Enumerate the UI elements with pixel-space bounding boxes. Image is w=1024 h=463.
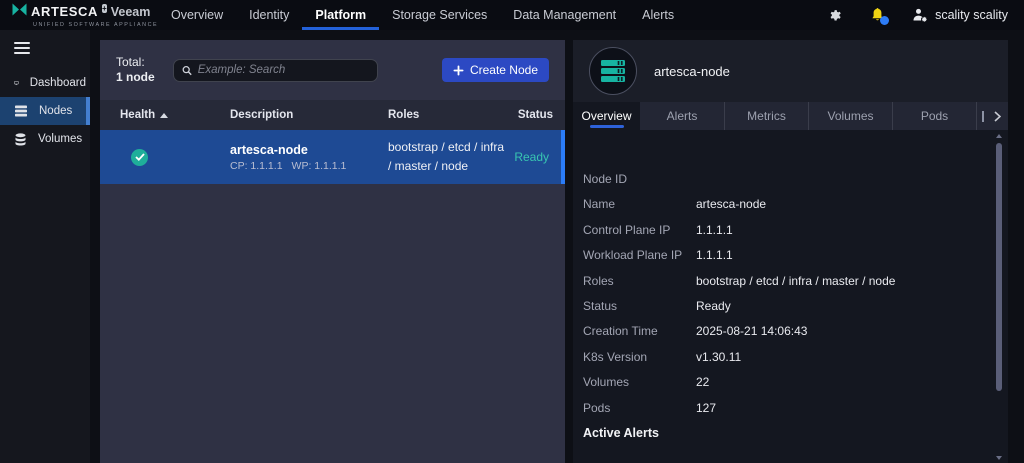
settings-gear-icon[interactable] <box>828 8 843 23</box>
field-status: StatusReady <box>583 299 1008 313</box>
node-detail-title: artesca-node <box>654 64 730 79</box>
node-status-badge: Ready <box>513 150 561 164</box>
nav-item-storage-services[interactable]: Storage Services <box>379 0 500 30</box>
sidebar-item-dashboard[interactable]: Dashboard <box>0 69 90 97</box>
scroll-down-arrow-icon[interactable] <box>996 456 1002 460</box>
control-plane-ip: CP: 1.1.1.1 <box>230 160 283 172</box>
nav-item-identity[interactable]: Identity <box>236 0 302 30</box>
plus-icon <box>453 65 464 76</box>
sort-ascending-icon <box>160 113 168 118</box>
volumes-icon <box>14 133 27 146</box>
tab-overflow <box>976 102 1008 130</box>
total-value: 1 node <box>116 70 155 85</box>
main-navigation: Overview Identity Platform Storage Servi… <box>158 0 687 30</box>
total-label: Total: <box>116 55 155 70</box>
node-roles: bootstrap / etcd / infra / master / node <box>388 138 513 176</box>
search-input[interactable] <box>198 64 369 76</box>
artesca-veeam-logo[interactable]: ARTESCA + Veeam UNIFIED SOFTWARE APPLIAN… <box>0 0 150 30</box>
left-sidebar: Dashboard Nodes Volumes <box>0 30 90 463</box>
partial-tab-glyph <box>982 111 984 122</box>
tab-volumes[interactable]: Volumes <box>808 102 892 130</box>
sidebar-item-nodes[interactable]: Nodes <box>0 97 90 125</box>
nodes-table-header: Health Description Roles Status <box>100 100 565 130</box>
nav-item-overview[interactable]: Overview <box>158 0 236 30</box>
node-ips: CP: 1.1.1.1 WP: 1.1.1.1 <box>230 160 388 172</box>
scroll-up-arrow-icon[interactable] <box>996 134 1002 138</box>
workload-plane-ip: WP: 1.1.1.1 <box>292 160 347 172</box>
create-node-button[interactable]: Create Node <box>442 58 549 82</box>
nodes-list-panel: Total: 1 node Create Node Health Descrip… <box>100 40 565 463</box>
nav-item-data-management[interactable]: Data Management <box>500 0 629 30</box>
tabs-scroll-right-chevron-icon[interactable] <box>994 111 1001 122</box>
user-icon <box>912 8 928 22</box>
detail-scrollbar[interactable] <box>995 134 1003 460</box>
sidebar-item-label: Volumes <box>38 133 82 145</box>
field-name: Nameartesca-node <box>583 197 1008 211</box>
node-name: artesca-node <box>230 143 388 157</box>
scrollbar-thumb[interactable] <box>996 143 1002 391</box>
top-navigation-bar: ARTESCA + Veeam UNIFIED SOFTWARE APPLIAN… <box>0 0 1024 30</box>
column-header-health[interactable]: Health <box>100 109 230 121</box>
total-count: Total: 1 node <box>116 55 155 85</box>
field-workload-plane-ip: Workload Plane IP1.1.1.1 <box>583 248 1008 262</box>
plus-badge-icon: + <box>102 4 107 13</box>
partner-name: Veeam <box>111 5 151 19</box>
column-header-status[interactable]: Status <box>513 109 565 121</box>
notification-badge <box>880 16 889 25</box>
search-icon <box>182 65 192 76</box>
column-header-description[interactable]: Description <box>230 109 388 121</box>
sidebar-item-label: Nodes <box>39 105 72 117</box>
active-alerts-heading: Active Alerts <box>583 426 1008 440</box>
logo-subtitle: UNIFIED SOFTWARE APPLIANCE <box>12 22 150 28</box>
search-box[interactable] <box>173 59 378 82</box>
user-name: scality scality <box>935 8 1008 22</box>
create-node-label: Create Node <box>470 63 538 77</box>
table-row-artesca-node[interactable]: artesca-node CP: 1.1.1.1 WP: 1.1.1.1 boo… <box>100 130 565 184</box>
field-creation-time: Creation Time2025-08-21 14:06:43 <box>583 324 1008 338</box>
node-detail-panel: artesca-node Overview Alerts Metrics Vol… <box>573 40 1008 463</box>
nav-item-platform[interactable]: Platform <box>302 0 379 30</box>
tab-overview[interactable]: Overview <box>573 102 640 130</box>
server-stack-icon <box>600 59 626 83</box>
field-roles: Rolesbootstrap / etcd / infra / master /… <box>583 274 1008 288</box>
healthy-check-icon <box>131 149 148 166</box>
sidebar-item-label: Dashboard <box>30 77 86 89</box>
user-menu[interactable]: scality scality <box>912 8 1008 22</box>
sidebar-item-volumes[interactable]: Volumes <box>0 125 90 153</box>
field-pods: Pods127 <box>583 401 1008 415</box>
tab-metrics[interactable]: Metrics <box>724 102 808 130</box>
tab-alerts[interactable]: Alerts <box>640 102 724 130</box>
field-volumes: Volumes22 <box>583 375 1008 389</box>
field-control-plane-ip: Control Plane IP1.1.1.1 <box>583 223 1008 237</box>
column-header-roles[interactable]: Roles <box>388 109 513 121</box>
sidebar-collapse-hamburger-icon[interactable] <box>0 30 90 69</box>
brand-name: ARTESCA <box>31 4 98 19</box>
tab-pods[interactable]: Pods <box>892 102 976 130</box>
field-node-id: Node ID <box>583 172 1008 186</box>
notifications-bell-icon[interactable] <box>870 7 885 23</box>
node-detail-tabs: Overview Alerts Metrics Volumes Pods <box>573 102 1008 130</box>
artesca-logo-icon <box>12 3 27 21</box>
field-k8s-version: K8s Versionv1.30.11 <box>583 350 1008 364</box>
nodes-icon <box>14 105 28 117</box>
node-overview-content: Node ID Nameartesca-node Control Plane I… <box>573 130 1008 463</box>
nav-item-alerts[interactable]: Alerts <box>629 0 687 30</box>
node-avatar <box>589 47 637 95</box>
dashboard-icon <box>14 77 19 89</box>
